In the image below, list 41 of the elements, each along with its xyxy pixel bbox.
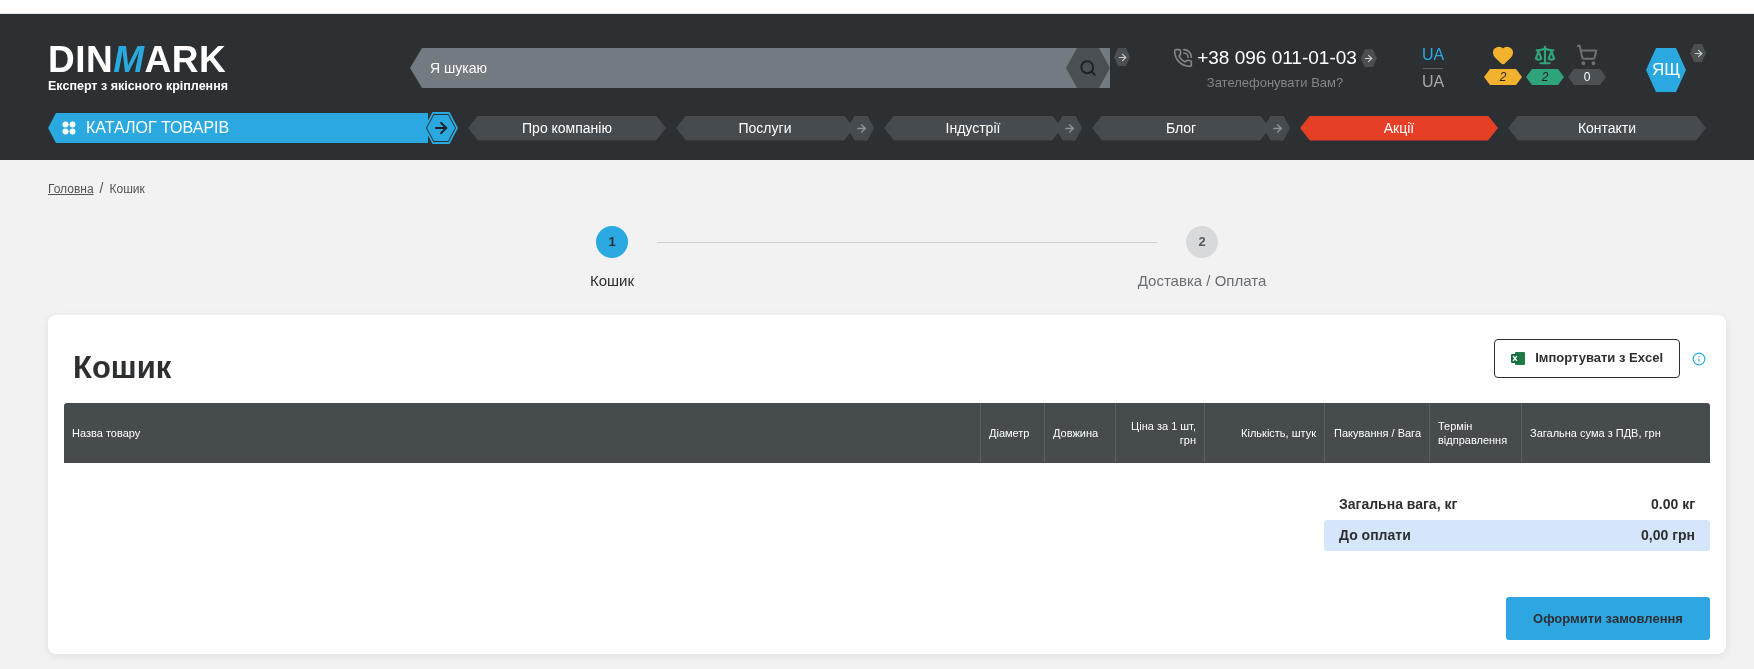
column-header: Пакування / Вага <box>1324 403 1429 463</box>
nav-item[interactable]: Акції <box>1300 115 1498 141</box>
checkout-button[interactable]: Оформити замовлення <box>1506 597 1710 640</box>
column-header: Ціна за 1 шт, грн <box>1115 403 1204 463</box>
logo-tagline: Експерт з якісного кріплення <box>48 78 229 94</box>
grid-icon <box>62 121 76 135</box>
column-header: Термін відправлення <box>1429 403 1521 463</box>
step-label: Кошик <box>589 271 635 291</box>
column-header: Назва товару <box>71 426 142 441</box>
counter-badge: 2 <box>1484 69 1522 85</box>
info-icon[interactable] <box>1692 351 1706 366</box>
nav-item[interactable]: Про компанію <box>468 115 666 141</box>
logo-wordmark[interactable]: DINMARK <box>48 42 248 78</box>
import-button[interactable]: Імпортувати з Excel <box>1494 338 1680 378</box>
total-row-text: Загальна вага, кг 0.00 кг <box>1338 495 1696 514</box>
column-header: Кількість, штук <box>1204 403 1324 463</box>
column-header: Довжина <box>1044 403 1115 463</box>
counter-badge: 2 <box>1526 69 1564 85</box>
step-number: 1 <box>596 226 628 258</box>
counter-badge: 0 <box>1568 69 1606 85</box>
column-header: Загальна сума з ПДВ, грн <box>1521 403 1710 463</box>
callback-link[interactable]: Зателефонувати Вам? <box>1206 72 1344 92</box>
search-field[interactable]: Я шукаю <box>410 48 1110 88</box>
step-label: Доставка / Оплата <box>1137 271 1267 291</box>
phone-number[interactable]: +38 096 011-01-03 <box>1197 44 1357 73</box>
spreadsheet-icon <box>1511 350 1526 366</box>
step-number: 2 <box>1186 226 1218 258</box>
language-option[interactable]: UA <box>1421 46 1445 64</box>
language-option[interactable]: UA <box>1421 73 1445 91</box>
nav-item[interactable]: Контакти <box>1508 115 1706 141</box>
arrow-icon[interactable] <box>424 112 458 144</box>
breadcrumb-item: Кошик <box>109 180 145 198</box>
total-row: До оплати 0,00 грн <box>1324 520 1710 551</box>
cart-icon[interactable] <box>1576 44 1598 66</box>
phone-icon <box>1173 48 1194 69</box>
breadcrumb-separator: / <box>99 179 104 198</box>
scales-icon[interactable] <box>1534 44 1556 66</box>
column-header: Діаметр <box>980 403 1044 463</box>
heart-icon[interactable] <box>1492 44 1514 66</box>
cart-title: Кошик <box>73 348 172 387</box>
breadcrumb-item[interactable]: Головна <box>48 179 94 198</box>
